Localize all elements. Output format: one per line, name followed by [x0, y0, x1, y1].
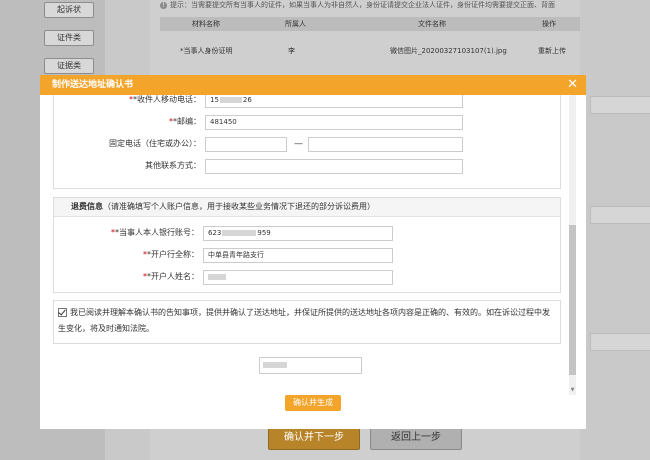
generate-button[interactable]: 确认并生成: [285, 395, 341, 411]
file-name: 微信图片_20200327103107(1).jpg: [390, 47, 507, 55]
sidebar-item-evidence[interactable]: 证据类: [44, 58, 94, 74]
bank-account-label: **当事人本人银行账号：: [111, 228, 199, 237]
refund-section: 退费信息（请准确填写个人账户信息，用于接收某些业务情况下退还的部分诉讼费用） *…: [53, 197, 561, 293]
agreement-section: 我已阅读并理解本确认书的告知事项，提供并确认了送达地址，并保证所提供的送达地址各…: [53, 300, 561, 344]
reupload-link[interactable]: 重新上传: [538, 40, 566, 62]
info-icon: !: [160, 2, 167, 9]
account-holder-input[interactable]: [203, 270, 393, 285]
address-confirmation-dialog: 制作送达地址确认书 ✕ **收件人移动电话： 15 26 **邮编： 481450…: [40, 75, 586, 429]
material-name: *当事人身份证明: [180, 47, 233, 55]
agreement-text-block: 我已阅读并理解本确认书的告知事项，提供并确认了送达地址，并保证所提供的送达地址各…: [58, 305, 554, 337]
bank-account-value-head: 623: [208, 229, 222, 237]
redacted-mask: [263, 362, 287, 368]
landline-area-input[interactable]: [205, 137, 287, 152]
account-holder-label-text: *开户人姓名：: [147, 272, 199, 281]
refund-subtitle: （请准确填写个人账户信息，用于接收某些业务情况下退还的部分诉讼费用）: [103, 202, 375, 211]
table-header: 材料名称 所属人 文件名称 操作: [160, 17, 580, 31]
zip-label: **邮编：: [169, 117, 201, 126]
scroll-down-arrow-icon[interactable]: ▼: [569, 385, 576, 395]
dialog-scrollbar[interactable]: ▼: [569, 95, 576, 395]
close-icon[interactable]: ✕: [567, 75, 578, 95]
agreement-checkbox[interactable]: [58, 308, 67, 317]
landline-number-input[interactable]: [308, 137, 463, 152]
bank-account-input[interactable]: 623 959: [203, 226, 393, 241]
landline-dash: —: [294, 139, 303, 149]
sidebar-item-certificates[interactable]: 证件类: [44, 30, 94, 46]
mobile-value-head: 15: [210, 96, 219, 104]
agreement-text: 我已阅读并理解本确认书的告知事项，提供并确认了送达地址，并保证所提供的送达地址各…: [58, 308, 550, 333]
bank-name-label: **开户行全称：: [143, 250, 199, 259]
owner-name: 李: [288, 47, 295, 55]
mobile-label-text: *收件人移动电话：: [133, 95, 201, 104]
other-contact-label: 其他联系方式：: [145, 161, 201, 170]
verification-field[interactable]: [259, 357, 362, 374]
col-file-name: 文件名称: [418, 20, 446, 28]
confirm-next-button[interactable]: 确认并下一步: [268, 426, 360, 450]
bank-account-value-tail: 959: [257, 229, 271, 237]
refund-title: 退费信息: [71, 202, 103, 211]
back-button[interactable]: 返回上一步: [370, 426, 462, 450]
zip-label-text: *邮编：: [173, 117, 201, 126]
mobile-input[interactable]: 15 26: [205, 95, 463, 108]
background-panel: [590, 206, 650, 224]
account-holder-label: **开户人姓名：: [143, 272, 199, 281]
bank-name-input[interactable]: 中单县青年路支行: [203, 248, 393, 263]
mobile-value-tail: 26: [242, 96, 252, 104]
background-panel: [590, 333, 650, 351]
upload-tip: ! 提示：当需要提交所有当事人的证件，如果当事人为非自然人，身份证请提交企业法人证…: [160, 0, 580, 12]
bank-name-label-text: *开户行全称：: [147, 250, 199, 259]
dialog-body[interactable]: **收件人移动电话： 15 26 **邮编： 481450 固定电话（住宅或办公）…: [40, 95, 586, 395]
refund-header: 退费信息（请准确填写个人账户信息，用于接收某些业务情况下退还的部分诉讼费用）: [54, 198, 560, 217]
col-material-name: 材料名称: [192, 20, 220, 28]
table-row: *当事人身份证明 李 微信图片_20200327103107(1).jpg 重新…: [160, 40, 580, 62]
col-owner: 所属人: [285, 20, 306, 28]
contact-section: **收件人移动电话： 15 26 **邮编： 481450 固定电话（住宅或办公）…: [53, 95, 561, 189]
sidebar-item-complaint[interactable]: 起诉状: [44, 2, 94, 18]
background-panel: [590, 96, 650, 114]
redacted-mask: [208, 274, 226, 280]
zip-input[interactable]: 481450: [205, 115, 463, 130]
redacted-mask: [219, 97, 242, 103]
scrollbar-thumb[interactable]: [569, 225, 576, 375]
redacted-mask: [222, 230, 257, 236]
bank-account-label-text: *当事人本人银行账号：: [115, 228, 199, 237]
dialog-title: 制作送达地址确认书: [52, 80, 134, 90]
mobile-label: **收件人移动电话：: [129, 95, 201, 104]
other-contact-input[interactable]: [205, 159, 463, 174]
tip-text: 提示：当需要提交所有当事人的证件，如果当事人为非自然人，身份证请提交企业法人证件…: [170, 1, 555, 9]
dialog-header: 制作送达地址确认书 ✕: [40, 75, 586, 95]
landline-label: 固定电话（住宅或办公）：: [109, 139, 201, 148]
col-action: 操作: [542, 20, 556, 28]
